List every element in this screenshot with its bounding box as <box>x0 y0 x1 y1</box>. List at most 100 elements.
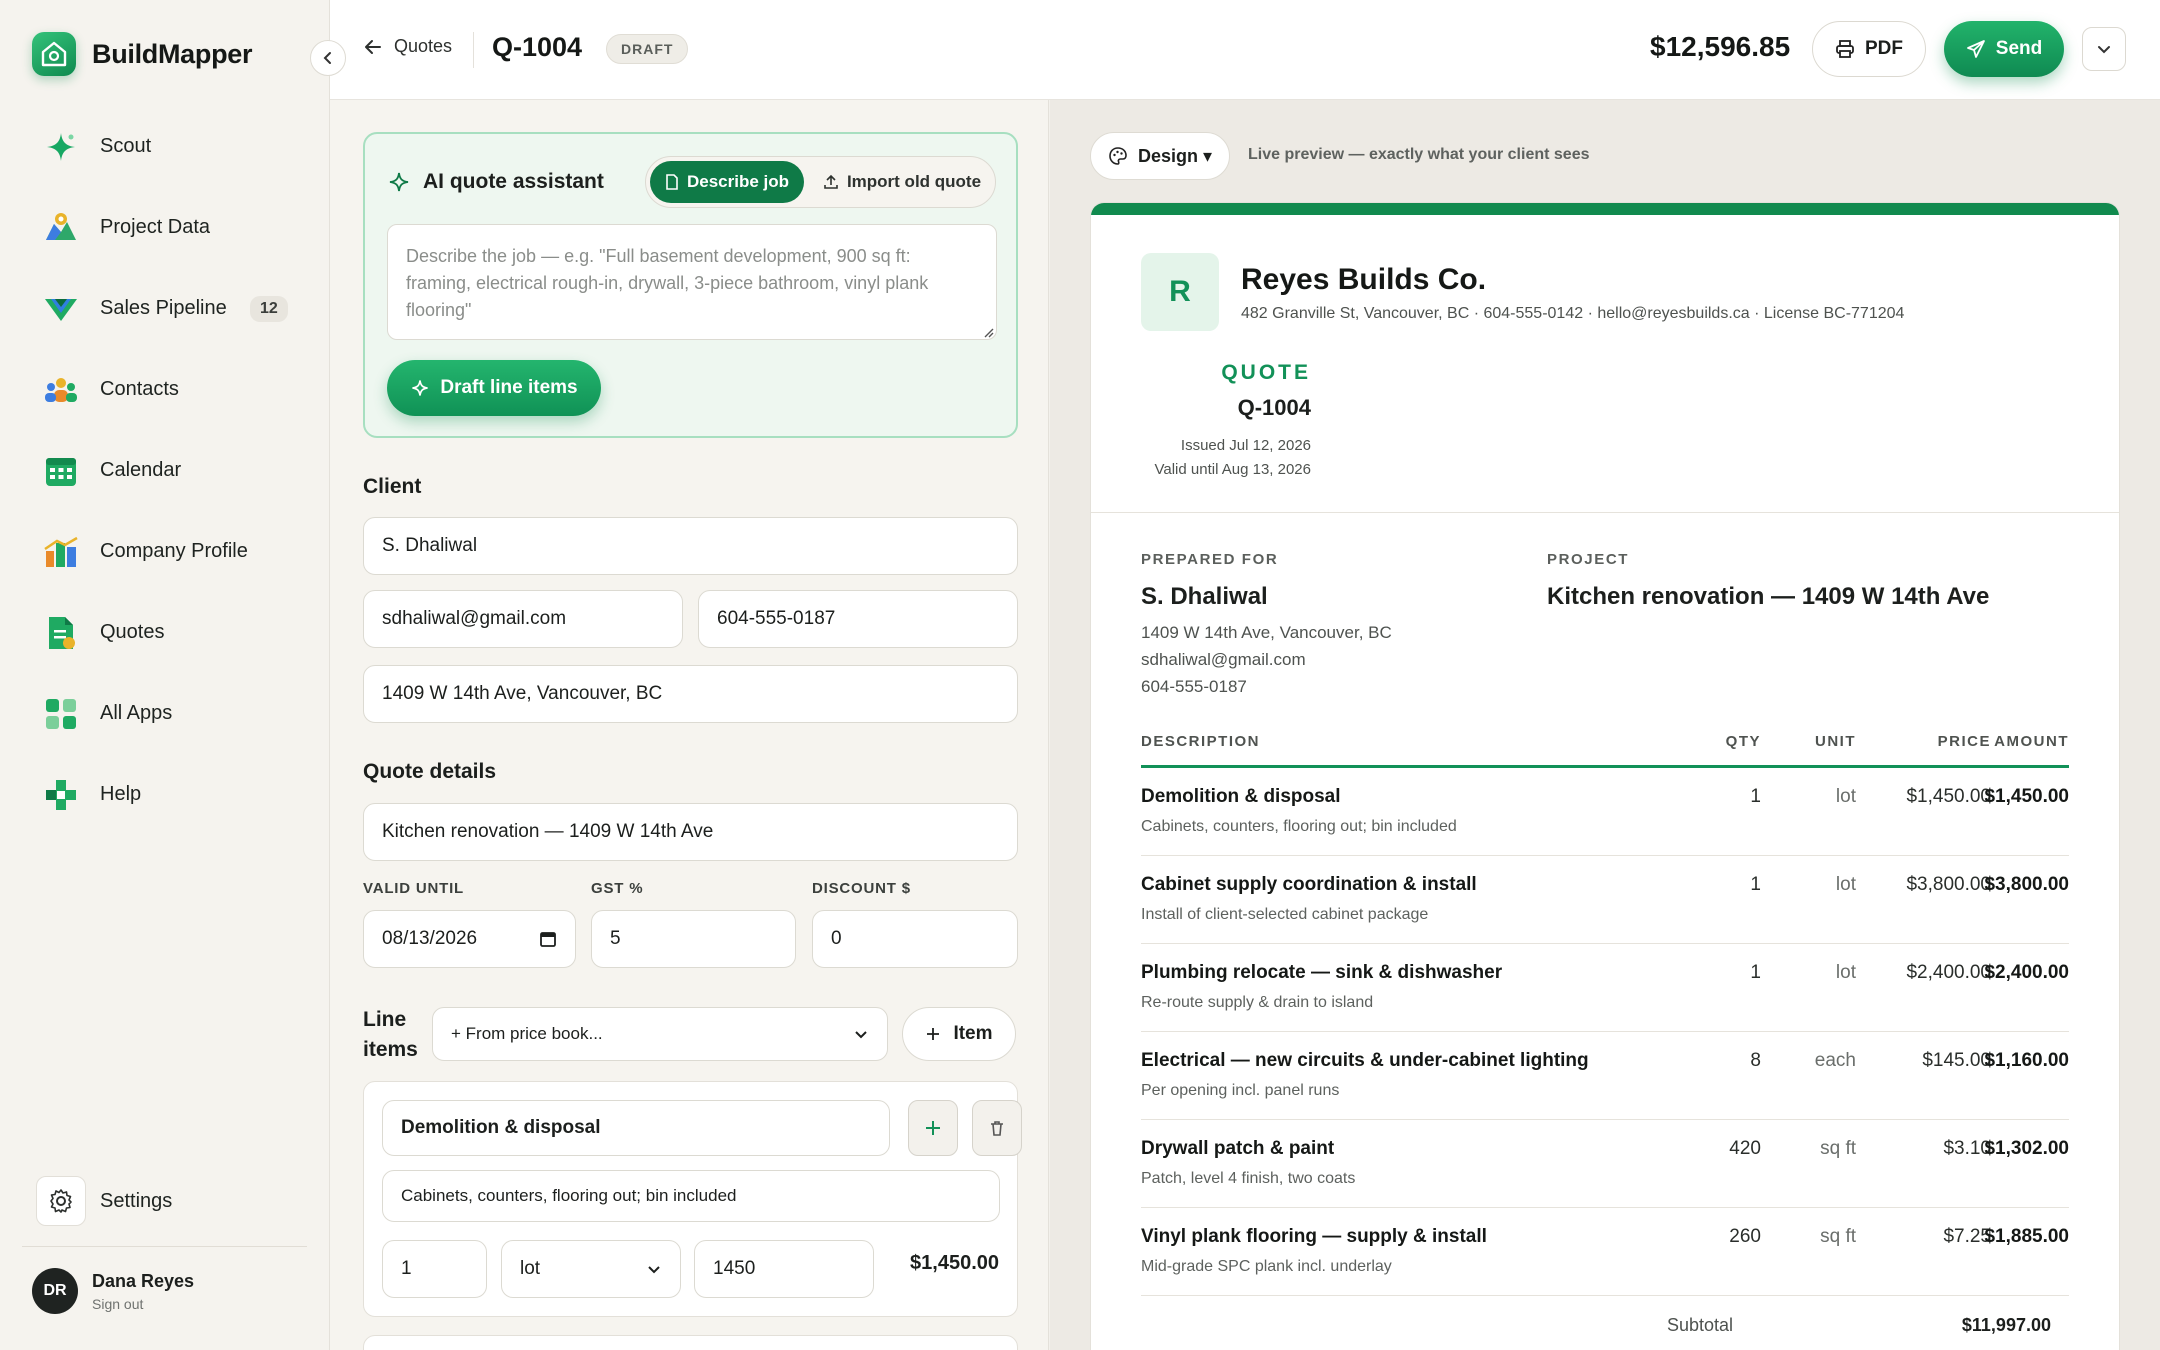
client-section-title: Client <box>363 475 422 498</box>
sign-out-link[interactable]: Sign out <box>92 1296 194 1312</box>
tab-import-old-quote[interactable]: Import old quote <box>814 161 990 203</box>
ai-title-text: AI quote assistant <box>423 170 604 193</box>
client-phone: 604-555-0187 <box>1141 677 1247 696</box>
client-name-field[interactable]: S. Dhaliwal <box>363 517 1018 575</box>
design-label: Design ▾ <box>1137 145 1213 166</box>
delete-line-item-button[interactable] <box>972 1100 1022 1156</box>
user-name: Dana Reyes <box>92 1270 195 1291</box>
quote-total: $12,596.85 <box>1650 31 1791 62</box>
pdf-button[interactable]: PDF <box>1812 21 1926 77</box>
add-item-label: Item <box>953 1023 993 1044</box>
row-amount: $1,160.00 <box>1984 1050 2069 1071</box>
company-info: 482 Granville St, Vancouver, BC · 604-55… <box>1241 305 1905 322</box>
sidebar-item-quotes[interactable]: Quotes <box>36 592 306 673</box>
line-item-desc-input[interactable]: Cabinets, counters, flooring out; bin in… <box>382 1170 1000 1222</box>
table-row: Plumbing relocate — sink & dishwasher Re… <box>1141 944 2069 1032</box>
back-to-quotes-link[interactable]: Quotes <box>364 36 452 57</box>
trash-icon <box>991 1121 1003 1136</box>
add-subitem-button[interactable] <box>908 1100 958 1156</box>
price-book-select[interactable]: + From price book... <box>432 1007 888 1061</box>
design-button[interactable]: Design ▾ <box>1090 132 1230 180</box>
tab-describe-job[interactable]: Describe job <box>650 161 804 203</box>
upload-icon <box>824 174 838 189</box>
resize-handle-icon[interactable] <box>982 326 994 338</box>
sidebar-item-all-apps[interactable]: All Apps <box>36 673 306 754</box>
sidebar-item-company-profile[interactable]: Company Profile <box>36 511 306 592</box>
sidebar-item-calendar[interactable]: Calendar <box>36 430 306 511</box>
row-qty: 8 <box>1750 1050 1761 1071</box>
discount-label: DISCOUNT $ <box>812 880 911 897</box>
send-label: Send <box>1995 38 2043 59</box>
column-header-qty: QTY <box>1725 733 1761 750</box>
line-items-title: Line items <box>363 1008 418 1061</box>
gst-label: GST % <box>591 880 644 897</box>
more-options-button[interactable] <box>2082 27 2126 71</box>
ai-assistant-card: AI quote assistant Describe job Import o… <box>363 132 1018 438</box>
line-item-amount: $1,450.00 <box>910 1252 999 1274</box>
sidebar-item-label: Scout <box>100 135 152 157</box>
row-qty: 1 <box>1750 786 1761 807</box>
sidebar-item-project-data[interactable]: Project Data <box>36 187 306 268</box>
sidebar-item-settings[interactable]: Settings <box>36 1176 172 1226</box>
send-icon <box>1966 40 1985 58</box>
people-icon <box>36 365 86 415</box>
company-name: Reyes Builds Co. <box>1241 263 1487 296</box>
sidebar-item-help[interactable]: Help <box>36 754 306 835</box>
row-description: Vinyl plank flooring — supply & install <box>1141 1226 1487 1247</box>
row-description: Drywall patch & paint <box>1141 1138 1335 1159</box>
tab-describe-label: Describe job <box>686 172 790 191</box>
company-logo: R <box>1141 253 1219 331</box>
user-profile[interactable]: DR Dana Reyes Sign out <box>32 1268 194 1314</box>
row-qty: 260 <box>1729 1226 1761 1247</box>
line-item-price-input[interactable]: 1450 <box>694 1240 874 1298</box>
line-item-unit-select[interactable]: lot <box>501 1240 681 1298</box>
arrow-left-icon <box>365 39 381 54</box>
line-item-card <box>363 1335 1018 1350</box>
column-header-amount: AMOUNT <box>1994 733 2069 750</box>
sidebar-item-label: Quotes <box>100 621 165 643</box>
line-item-name-input[interactable]: Demolition & disposal <box>382 1100 890 1156</box>
sidebar-item-scout[interactable]: Scout <box>36 106 306 187</box>
topbar-divider <box>473 32 474 68</box>
client-address-field[interactable]: 1409 W 14th Ave, Vancouver, BC <box>363 665 1018 723</box>
quote-editor: AI quote assistant Describe job Import o… <box>330 100 1049 1350</box>
send-button[interactable]: Send <box>1944 21 2064 77</box>
sparkle-icon <box>412 380 428 396</box>
table-row: Vinyl plank flooring — supply & install … <box>1141 1208 2069 1296</box>
sidebar-item-label: Company Profile <box>100 540 248 562</box>
line-item-qty-input[interactable]: 1 <box>382 1240 487 1298</box>
line-item-card: Demolition & disposal Cabinets, counters… <box>363 1081 1022 1317</box>
add-item-button[interactable]: Item <box>902 1007 1016 1061</box>
plus-icon <box>926 1121 940 1135</box>
sidebar-item-label: Project Data <box>100 216 211 238</box>
sidebar-item-label: All Apps <box>100 702 173 724</box>
project-label: PROJECT <box>1547 551 1630 568</box>
price-book-value: + From price book... <box>451 1024 603 1043</box>
quote-number: Q-1004 <box>1237 395 1311 420</box>
sidebar-item-contacts[interactable]: Contacts <box>36 349 306 430</box>
document-icon <box>666 174 678 190</box>
draft-line-items-button[interactable]: Draft line items <box>387 360 601 416</box>
document-divider <box>1091 512 2119 513</box>
job-description-input[interactable]: Describe the job — e.g. "Full basement d… <box>387 224 997 340</box>
discount-input[interactable]: 0 <box>812 910 1018 968</box>
project-title-field[interactable]: Kitchen renovation — 1409 W 14th Ave <box>363 803 1018 861</box>
row-qty: 420 <box>1729 1138 1761 1159</box>
sidebar-item-sales-pipeline[interactable]: Sales Pipeline 12 <box>36 268 306 349</box>
preview-note: Live preview — exactly what your client … <box>1248 146 1590 163</box>
gst-input[interactable]: 5 <box>591 910 796 968</box>
subtotal-label: Subtotal <box>1667 1315 1734 1335</box>
client-email-field[interactable]: sdhaliwal@gmail.com <box>363 590 683 648</box>
unit-value: lot <box>520 1258 541 1279</box>
app-root: BuildMapper Scout Project Data Sales Pip… <box>0 0 2160 1350</box>
row-amount: $2,400.00 <box>1984 962 2069 983</box>
collapse-sidebar-button[interactable] <box>310 40 346 76</box>
subtotal-value: $11,997.00 <box>1961 1315 2051 1335</box>
client-phone-field[interactable]: 604-555-0187 <box>698 590 1018 648</box>
row-description: Plumbing relocate — sink & dishwasher <box>1141 962 1503 983</box>
brand[interactable]: BuildMapper <box>32 32 253 76</box>
calendar-icon[interactable] <box>539 930 557 948</box>
valid-until-date-input[interactable]: 08/13/2026 <box>363 910 576 968</box>
valid-until-value: 08/13/2026 <box>382 928 478 949</box>
column-header-description: DESCRIPTION <box>1141 733 1261 750</box>
